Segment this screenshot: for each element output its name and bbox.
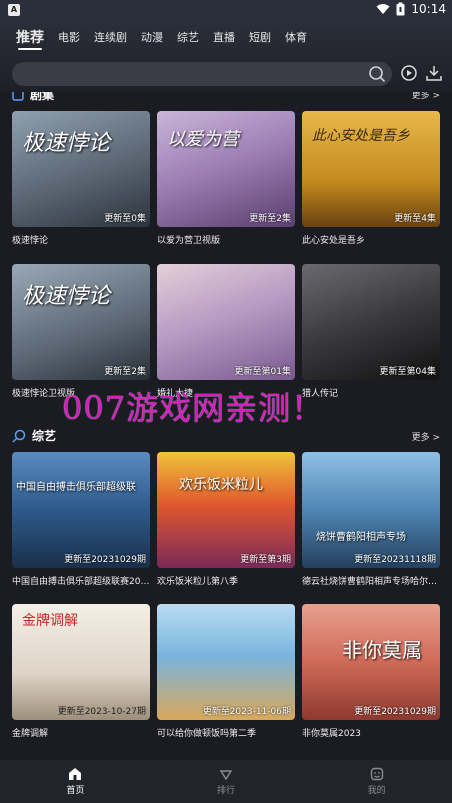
tab-live[interactable]: 直播 <box>213 30 235 46</box>
poster-image[interactable]: 极速悖论 更新至2集 <box>12 264 150 380</box>
card-title[interactable]: 中国自由搏击俱乐部超级联赛2023 <box>12 574 150 587</box>
variety-section-title: 综艺 <box>12 427 56 444</box>
variety-more-link[interactable]: 更多 > <box>412 430 440 443</box>
drama-card[interactable]: 更新至第04集 猎人传记 <box>302 264 440 399</box>
card-title[interactable]: 可以给你做顿饭吗第二季 <box>157 726 295 739</box>
poster-image[interactable]: 中国自由搏击俱乐部超级联 更新至20231029期 <box>12 452 150 568</box>
poster-image[interactable]: 欢乐饭米粒儿 更新至第3期 <box>157 452 295 568</box>
nav-home[interactable]: 首页 <box>0 760 151 803</box>
app-notification-icon: A <box>8 4 20 16</box>
drama-more-link[interactable]: 更多 > <box>412 92 440 101</box>
poster-image[interactable]: 更新至第01集 <box>157 264 295 380</box>
top-header: 推荐 电影 连续剧 动漫 综艺 直播 短剧 体育 <box>0 20 452 92</box>
variety-card[interactable]: 欢乐饭米粒儿 更新至第3期 欢乐饭米粒儿第八季 <box>157 452 295 587</box>
drama-card[interactable]: 极速悖论 更新至2集 极速悖论卫视版 <box>12 264 150 399</box>
nav-ranking[interactable]: 排行 <box>151 760 302 803</box>
card-title[interactable]: 极速悖论 <box>12 233 150 246</box>
drama-card[interactable]: 更新至第01集 婚礼大捷 <box>157 264 295 399</box>
card-title[interactable]: 以爱为营卫视版 <box>157 233 295 246</box>
tab-variety[interactable]: 综艺 <box>177 30 199 46</box>
drama-card[interactable]: 极速悖论 更新至0集 极速悖论 <box>12 111 150 246</box>
poster-image[interactable]: 以爱为营 更新至2集 <box>157 111 295 227</box>
drama-section-title: 剧集 <box>12 92 54 103</box>
poster-image[interactable]: 非你莫属 更新至20231029期 <box>302 604 440 720</box>
variety-section-icon <box>12 429 26 443</box>
search-input[interactable] <box>12 62 392 86</box>
search-icon[interactable] <box>368 65 386 83</box>
poster-image[interactable]: 更新至第04集 <box>302 264 440 380</box>
poster-image[interactable]: 更新至2023-11-06期 <box>157 604 295 720</box>
watermark-text: 007游戏网亲测！ <box>62 389 325 427</box>
tab-short-drama[interactable]: 短剧 <box>249 30 271 46</box>
poster-image[interactable]: 极速悖论 更新至0集 <box>12 111 150 227</box>
variety-card[interactable]: 金牌调解 更新至2023-10-27期 金牌调解 <box>12 604 150 739</box>
tab-recommend[interactable]: 推荐 <box>16 30 44 50</box>
wifi-icon <box>376 4 390 14</box>
card-title[interactable]: 非你莫属2023 <box>302 726 440 739</box>
card-title[interactable]: 此心安处是吾乡 <box>302 233 440 246</box>
poster-image[interactable]: 烧饼曹鹤阳相声专场 更新至20231118期 <box>302 452 440 568</box>
variety-card[interactable]: 烧饼曹鹤阳相声专场 更新至20231118期 德云社烧饼曹鹤阳相声专场哈尔滨站 <box>302 452 440 587</box>
variety-card[interactable]: 中国自由搏击俱乐部超级联 更新至20231029期 中国自由搏击俱乐部超级联赛2… <box>12 452 150 587</box>
drama-card[interactable]: 此心安处是吾乡 更新至4集 此心安处是吾乡 <box>302 111 440 246</box>
tab-movie[interactable]: 电影 <box>58 30 80 46</box>
download-icon[interactable] <box>425 64 443 82</box>
drama-section-icon <box>12 92 24 101</box>
category-tabs: 推荐 电影 连续剧 动漫 综艺 直播 短剧 体育 <box>16 30 307 50</box>
bottom-navigation: 首页 排行 我的 <box>0 760 452 803</box>
tab-anime[interactable]: 动漫 <box>141 30 163 46</box>
tab-sports[interactable]: 体育 <box>285 30 307 46</box>
card-title[interactable]: 金牌调解 <box>12 726 150 739</box>
drama-card[interactable]: 以爱为营 更新至2集 以爱为营卫视版 <box>157 111 295 246</box>
profile-icon <box>370 767 383 781</box>
status-time: 10:14 <box>411 2 446 16</box>
poster-image[interactable]: 金牌调解 更新至2023-10-27期 <box>12 604 150 720</box>
tab-series[interactable]: 连续剧 <box>94 30 127 46</box>
history-icon[interactable] <box>400 64 418 82</box>
battery-icon <box>396 2 405 16</box>
poster-image[interactable]: 此心安处是吾乡 更新至4集 <box>302 111 440 227</box>
card-title[interactable]: 欢乐饭米粒儿第八季 <box>157 574 295 587</box>
ranking-icon <box>219 770 233 781</box>
variety-card[interactable]: 非你莫属 更新至20231029期 非你莫属2023 <box>302 604 440 739</box>
home-icon <box>69 768 82 780</box>
card-title[interactable]: 德云社烧饼曹鹤阳相声专场哈尔滨站 <box>302 574 440 587</box>
variety-card[interactable]: 更新至2023-11-06期 可以给你做顿饭吗第二季 <box>157 604 295 739</box>
nav-profile[interactable]: 我的 <box>301 760 452 803</box>
system-indicators: 10:14 <box>376 2 446 16</box>
status-bar: A 10:14 <box>0 0 452 20</box>
